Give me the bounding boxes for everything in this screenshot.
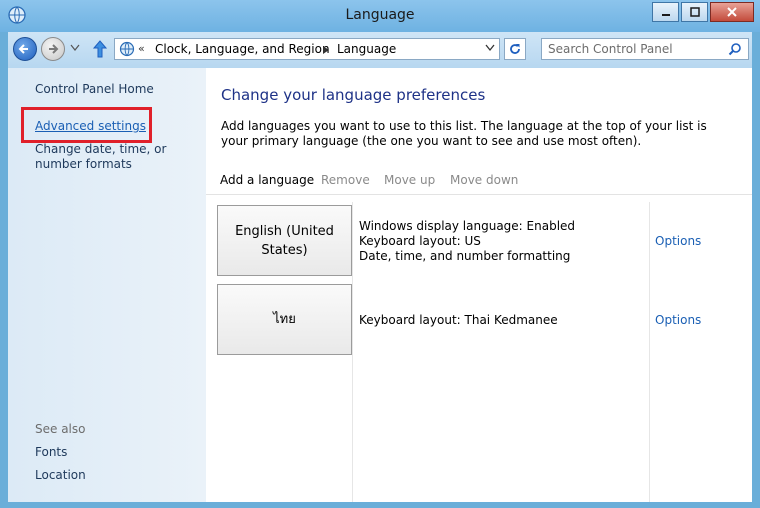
add-language-button[interactable]: Add a language xyxy=(220,173,314,187)
up-arrow-icon[interactable] xyxy=(92,39,108,59)
see-also-heading: See also xyxy=(35,422,86,436)
search-input[interactable]: Search Control Panel xyxy=(548,42,673,56)
search-icon[interactable] xyxy=(728,42,742,56)
recent-pages-chevron-icon[interactable] xyxy=(70,44,80,52)
language-tile-english[interactable]: English (United States) xyxy=(217,205,352,276)
arrow-right-icon xyxy=(49,44,59,54)
title-bar: Language xyxy=(0,0,760,32)
window-controls xyxy=(650,2,754,22)
breadcrumb-overflow-icon[interactable]: « xyxy=(138,42,145,55)
language-detail: Date, time, and number formatting xyxy=(359,249,571,263)
breadcrumb-separator-icon[interactable] xyxy=(323,46,329,54)
window-title: Language xyxy=(345,7,415,23)
refresh-button[interactable] xyxy=(504,38,526,60)
language-name: English (United States) xyxy=(235,223,334,258)
move-up-button[interactable]: Move up xyxy=(384,173,435,187)
language-details-thai: Keyboard layout: Thai Kedmanee xyxy=(359,313,558,328)
minimize-button[interactable] xyxy=(652,2,679,22)
page-title: Change your language preferences xyxy=(221,86,486,104)
minimize-icon xyxy=(661,14,670,16)
forward-button[interactable] xyxy=(41,37,65,61)
control-panel-home-link[interactable]: Control Panel Home xyxy=(35,82,154,97)
change-date-time-number-formats-link[interactable]: Change date, time, or number formats xyxy=(35,142,203,172)
location-link[interactable]: Location xyxy=(35,468,86,483)
language-detail: Keyboard layout: Thai Kedmanee xyxy=(359,313,558,327)
language-name: ไทย xyxy=(273,312,296,327)
language-details-english: Windows display language: Enabled Keyboa… xyxy=(359,219,575,264)
options-link-english[interactable]: Options xyxy=(655,234,701,248)
search-box[interactable]: Search Control Panel xyxy=(541,38,749,60)
refresh-icon xyxy=(510,44,520,54)
annotation-highlight-box xyxy=(21,107,152,143)
language-detail: Windows display language: Enabled xyxy=(359,219,576,233)
column-divider xyxy=(649,202,650,502)
address-bar[interactable]: « Clock, Language, and Region Language xyxy=(114,38,500,60)
breadcrumb-clock-language-region[interactable]: Clock, Language, and Region xyxy=(155,42,330,56)
maximize-button[interactable] xyxy=(681,2,708,22)
back-button[interactable] xyxy=(13,37,37,61)
language-tile-thai[interactable]: ไทย xyxy=(217,284,352,355)
maximize-icon xyxy=(689,7,700,17)
move-down-button[interactable]: Move down xyxy=(450,173,518,187)
navigation-bar: « Clock, Language, and Region Language S… xyxy=(8,32,752,68)
language-toolbar: Add a language Remove Move up Move down xyxy=(206,168,752,195)
page-description: Add languages you want to use to this li… xyxy=(221,119,707,148)
address-dropdown-icon[interactable] xyxy=(485,44,495,52)
fonts-link[interactable]: Fonts xyxy=(35,445,67,460)
left-navigation-pane: Control Panel Home Advanced settings Cha… xyxy=(8,68,206,502)
breadcrumb-language[interactable]: Language xyxy=(337,42,396,56)
remove-button[interactable]: Remove xyxy=(321,173,370,187)
main-content: Change your language preferences Add lan… xyxy=(206,68,752,502)
column-divider xyxy=(352,202,353,502)
close-button[interactable] xyxy=(710,2,754,22)
options-link-thai[interactable]: Options xyxy=(655,313,701,327)
language-detail: Keyboard layout: US xyxy=(359,234,481,248)
close-icon xyxy=(727,7,737,17)
arrow-left-icon xyxy=(18,44,28,54)
control-panel-language-icon xyxy=(119,41,135,57)
